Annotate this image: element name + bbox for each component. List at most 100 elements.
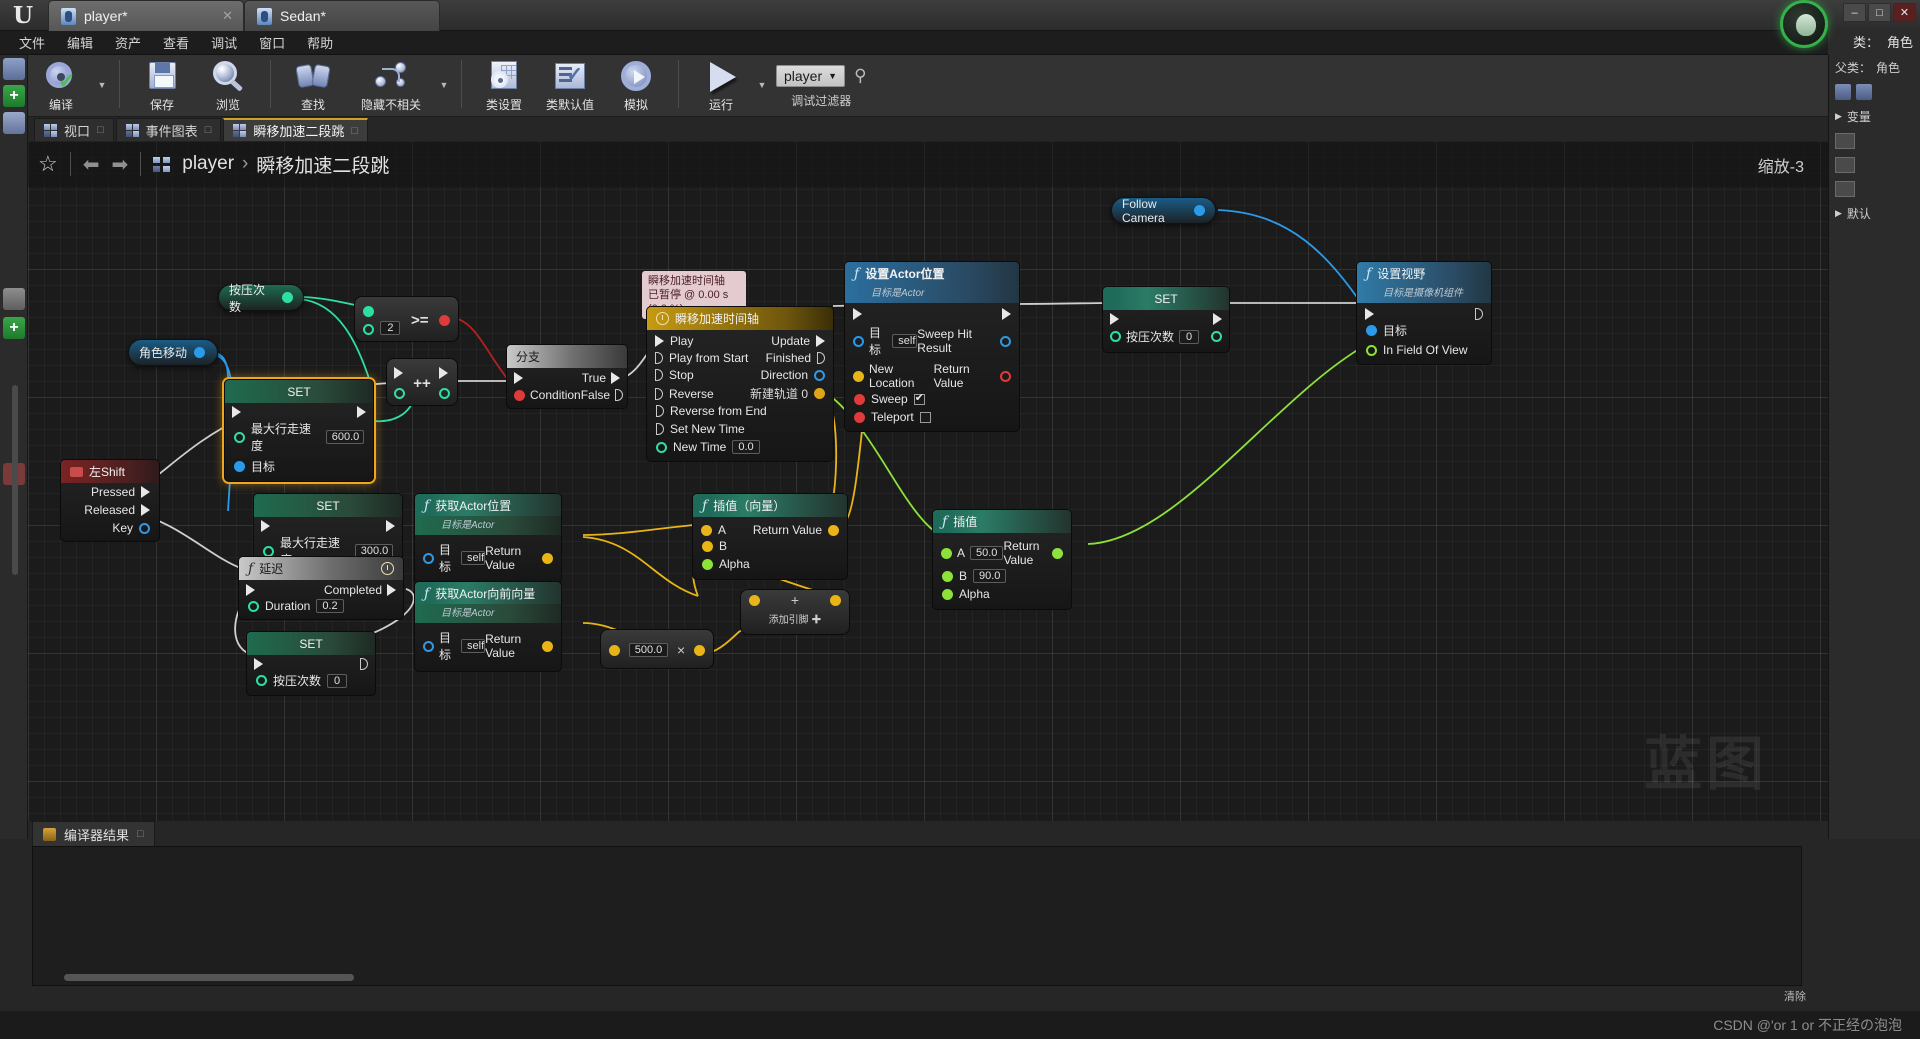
menu-debug[interactable]: 调试 (200, 30, 248, 55)
node-lerp-float[interactable]: ƒ 插值 A 50.0 Return Value B 90.0 Alpha (932, 509, 1072, 610)
close-icon[interactable]: □ (351, 125, 358, 137)
breadcrumb-root[interactable]: player (182, 153, 234, 175)
exec-output-pin[interactable] (360, 658, 368, 670)
node-set-max-walk-speed-600[interactable]: SET 最大行走速度 600.0 目标 (224, 379, 374, 482)
exec-input-pin[interactable] (261, 520, 270, 532)
alpha-pin[interactable] (942, 588, 953, 600)
duration-pin[interactable] (248, 600, 259, 612)
details-icon[interactable] (1835, 84, 1851, 100)
input-a-pin[interactable] (749, 594, 760, 606)
true-exec-pin[interactable] (611, 372, 620, 384)
input-b-value[interactable]: 90.0 (973, 569, 1007, 583)
sweep-checkbox[interactable] (913, 391, 925, 405)
exec-input-pin[interactable] (394, 367, 403, 379)
search-icon[interactable]: ⚲ (854, 66, 866, 86)
node-greater-equal[interactable]: 2 >= (354, 296, 459, 342)
node-get-follow-camera[interactable]: Follow Camera (1111, 197, 1216, 225)
operand-b-value[interactable]: 2 (380, 320, 401, 335)
target-pin[interactable] (423, 640, 434, 652)
run-dropdown-icon[interactable]: ▼ (754, 55, 770, 115)
alpha-pin[interactable] (702, 558, 713, 570)
key-pin[interactable] (139, 522, 150, 534)
completed-exec-pin[interactable] (387, 584, 396, 596)
exec-output-pin[interactable] (439, 367, 448, 379)
class-settings-button[interactable]: 类设置 (471, 55, 537, 115)
blueprint-graph-canvas[interactable]: ☆ ⬅ ➡ player › 瞬移加速二段跳 缩放-3 蓝图 按压次数 角色移动… (28, 141, 1828, 821)
target-pin[interactable] (423, 552, 434, 564)
multiplier-value[interactable]: 500.0 (628, 643, 669, 657)
compiler-results-output[interactable] (32, 846, 1802, 986)
property-pin[interactable] (263, 545, 274, 557)
node-get-character-movement[interactable]: 角色移动 (128, 339, 218, 366)
run-button[interactable]: 运行 (688, 55, 754, 115)
new-time-value[interactable]: 0.0 (732, 440, 760, 454)
new-time-pin[interactable] (656, 441, 667, 453)
node-lerp-vector[interactable]: ƒ 插值（向量） A Return Value B Alpha (692, 493, 848, 580)
reverse-exec-pin[interactable] (655, 387, 663, 400)
simulate-button[interactable]: 模拟 (603, 55, 669, 115)
exec-output-pin[interactable] (1475, 308, 1483, 320)
input-b-pin[interactable] (942, 570, 953, 582)
input-a-value[interactable]: 50.0 (970, 546, 1004, 560)
input-a-pin[interactable] (701, 524, 712, 536)
hide-unrelated-button[interactable]: 隐藏不相关 (346, 55, 436, 115)
tab-teleport-dash-double-jump[interactable]: 瞬移加速二段跳 □ (223, 118, 369, 141)
finished-exec-pin[interactable] (817, 352, 825, 364)
return-value-pin[interactable] (1000, 370, 1011, 382)
target-pin[interactable] (853, 335, 864, 347)
exec-input-pin[interactable] (1365, 308, 1374, 320)
exec-output-pin[interactable] (386, 520, 395, 532)
node-branch[interactable]: 分支 True Condition False (506, 344, 628, 409)
node-increment[interactable]: ++ (386, 358, 458, 406)
released-exec-pin[interactable] (141, 504, 150, 516)
reverse-from-end-exec-pin[interactable] (656, 405, 664, 417)
exec-output-pin[interactable] (1002, 308, 1011, 320)
property-pin[interactable] (1110, 331, 1121, 342)
exec-input-pin[interactable] (254, 658, 263, 670)
set-new-time-exec-pin[interactable] (656, 423, 664, 435)
menu-asset[interactable]: 资产 (104, 30, 152, 55)
value-output-pin[interactable] (439, 388, 450, 399)
return-value-pin[interactable] (828, 524, 839, 536)
variables-row[interactable]: ▶ 变量 (1829, 104, 1920, 129)
exec-input-pin[interactable] (232, 406, 241, 418)
rail-add-variable-icon[interactable]: + (3, 317, 25, 339)
exec-input-pin[interactable] (853, 308, 862, 320)
node-set-actor-location[interactable]: ƒ 设置Actor位置 目标是Actor 目标 self Sweep Hit R… (844, 261, 1020, 432)
input-a-pin[interactable] (941, 547, 952, 559)
output-pin[interactable] (830, 594, 841, 606)
clear-results-button[interactable]: 清除 (1784, 988, 1806, 1004)
update-exec-pin[interactable] (816, 335, 825, 347)
menu-window[interactable]: 窗口 (248, 30, 296, 55)
property-value[interactable]: 0 (327, 673, 348, 688)
node-get-actor-forward-vector[interactable]: ƒ 获取Actor向前向量 目标是Actor 目标 self Return Va… (414, 581, 562, 672)
target-pin[interactable] (1366, 325, 1377, 336)
find-button[interactable]: 查找 (280, 55, 346, 115)
maximize-button[interactable]: □ (1868, 3, 1891, 22)
teleport-checkbox[interactable] (919, 411, 931, 423)
node-set-field-of-view[interactable]: ƒ 设置视野 目标是摄像机组件 目标 In Field Of View (1356, 261, 1492, 365)
duration-value[interactable]: 0.2 (316, 599, 344, 613)
pressed-exec-pin[interactable] (141, 486, 150, 498)
window-tab-sedan[interactable]: Sedan* (244, 0, 440, 31)
close-icon[interactable]: ✕ (222, 8, 233, 24)
defaults-row[interactable]: ▶ 默认 (1829, 201, 1920, 226)
output-pin[interactable] (194, 347, 206, 358)
rail-viewport-icon[interactable] (3, 58, 25, 80)
target-value[interactable]: self (461, 639, 486, 653)
debug-filter-combo[interactable]: player ▼ (776, 65, 846, 87)
node-input-left-shift[interactable]: 左Shift Pressed Released Key (60, 459, 160, 542)
hide-unrelated-dropdown-icon[interactable]: ▼ (436, 55, 452, 115)
compiler-results-tab[interactable]: 编译器结果 □ (32, 821, 155, 846)
node-add-vector[interactable]: + 添加引脚 ✚ (740, 589, 850, 635)
menu-file[interactable]: 文件 (8, 30, 56, 55)
close-icon[interactable]: □ (137, 828, 144, 840)
input-pin-b[interactable] (363, 323, 374, 335)
sweep-pin[interactable] (854, 393, 865, 405)
target-value[interactable]: self (892, 334, 918, 348)
arrow-right-icon[interactable]: ➡ (112, 152, 129, 177)
exec-input-pin[interactable] (246, 584, 255, 596)
menu-help[interactable]: 帮助 (296, 30, 344, 55)
output-pin[interactable] (282, 292, 293, 303)
exec-input-pin[interactable] (1110, 313, 1119, 325)
